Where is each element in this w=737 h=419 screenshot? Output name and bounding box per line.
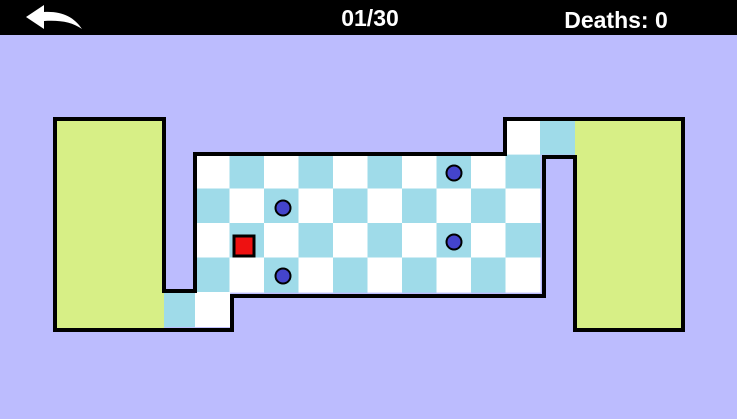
floor-tile (402, 223, 438, 259)
floor-tile (229, 154, 265, 190)
floor-tile (298, 223, 334, 259)
floor-tile (298, 188, 334, 224)
floor-tile (540, 119, 576, 155)
floor-tile (195, 188, 231, 224)
enemy-dot (274, 199, 292, 217)
floor-tile (333, 257, 369, 293)
floor-tile (471, 188, 507, 224)
floor-tile (298, 154, 334, 190)
floor-tile (333, 223, 369, 259)
floor-tile (264, 154, 300, 190)
floor-tile (264, 223, 300, 259)
floor-tile (367, 154, 403, 190)
floor-tile (298, 257, 334, 293)
floor-tile (195, 223, 231, 259)
floor-tile (471, 257, 507, 293)
floor-tile (333, 188, 369, 224)
floor-tile (505, 257, 541, 293)
player-square (232, 234, 256, 258)
floor-tile (229, 257, 265, 293)
start-safe-zone (55, 119, 164, 330)
enemy-dot (274, 267, 292, 285)
floor-tile (195, 257, 231, 293)
floor-tile (367, 188, 403, 224)
enemy-dot (445, 164, 463, 182)
floor-tile (402, 154, 438, 190)
floor-tile (505, 119, 541, 155)
floor-tile (436, 257, 472, 293)
floor-tile (195, 154, 231, 190)
floor-tile (367, 257, 403, 293)
floor-tile (505, 154, 541, 190)
floor-tile (402, 257, 438, 293)
floor-tile (436, 188, 472, 224)
floor-tile (471, 154, 507, 190)
floor-tile (471, 223, 507, 259)
floor-tile (195, 292, 231, 328)
game-board (53, 117, 685, 332)
floor-tile (160, 292, 196, 328)
floor-tile (229, 188, 265, 224)
goal-safe-zone (575, 119, 683, 330)
floor-tile (333, 154, 369, 190)
floor-tile (402, 188, 438, 224)
floor-tile (505, 188, 541, 224)
floor-tile (505, 223, 541, 259)
floor-tile (367, 223, 403, 259)
enemy-dot (445, 233, 463, 251)
